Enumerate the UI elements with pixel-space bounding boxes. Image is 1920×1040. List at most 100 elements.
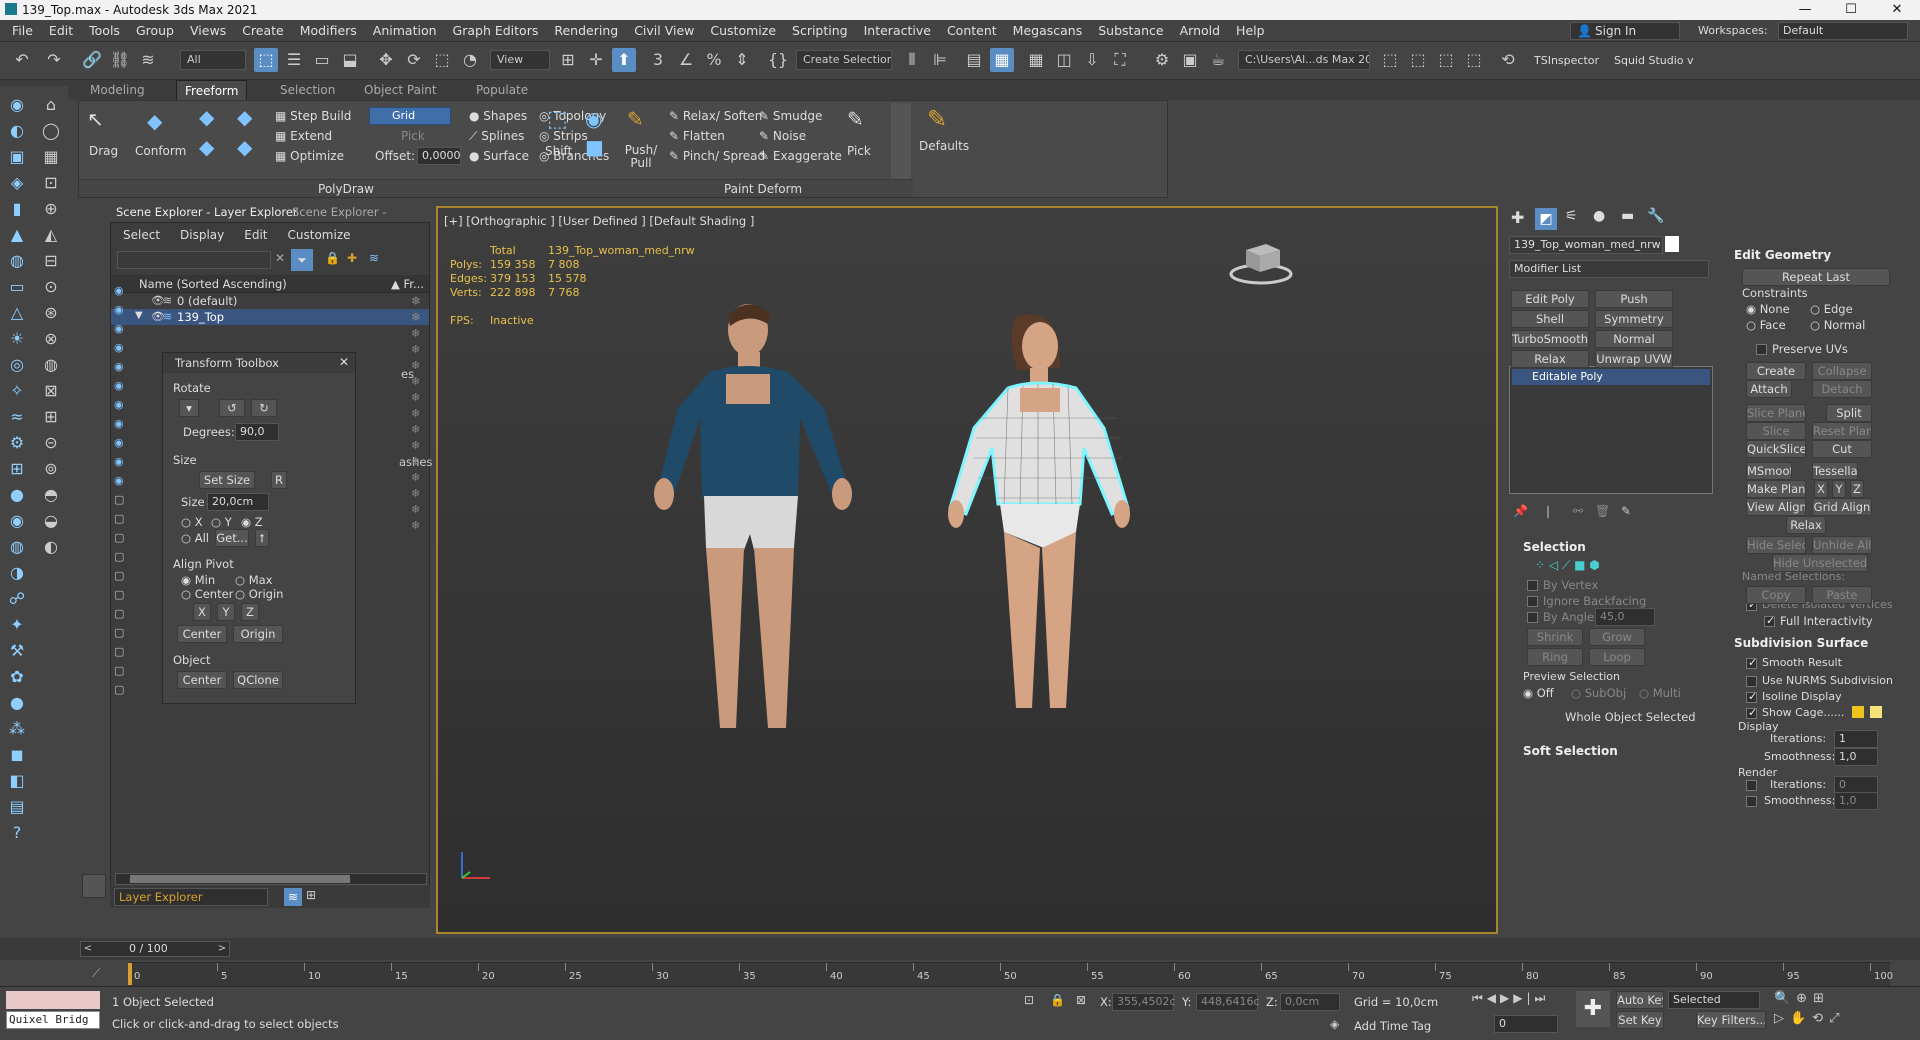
cage-color-2[interactable] xyxy=(1870,706,1882,718)
modifier-list-dropdown[interactable]: Modifier List xyxy=(1509,260,1709,278)
z-button[interactable]: Z xyxy=(1850,480,1864,498)
grid-align-button[interactable]: Grid Align xyxy=(1812,498,1872,516)
hide-selected-button[interactable]: Hide Selected xyxy=(1746,536,1806,554)
viewport[interactable]: [+] [Orthographic ] [User Defined ] [Def… xyxy=(436,206,1498,934)
make-planar-button[interactable]: Make Planar xyxy=(1746,480,1806,498)
menu-rendering[interactable]: Rendering xyxy=(546,20,626,42)
modifier-push-button[interactable]: Push xyxy=(1595,290,1673,308)
align-z-button[interactable]: Z xyxy=(241,603,259,621)
scene-explorer-icon[interactable]: ▦ xyxy=(990,48,1014,72)
viewport-nav-icons[interactable]: 🔍⊕⊞ xyxy=(1774,991,1830,1006)
menu-create[interactable]: Create xyxy=(234,20,292,42)
pick-button[interactable]: Pick xyxy=(847,144,871,158)
quixel-bridge-field[interactable]: Quixel Bridg xyxy=(6,1011,100,1029)
spacewarp-icon[interactable]: ≈ xyxy=(6,406,28,428)
viewport-nav-icons-2[interactable]: ▷✋⟲⤢ xyxy=(1774,1011,1845,1026)
constraint-edge-radio[interactable]: ○ Edge xyxy=(1810,302,1853,316)
copy-button[interactable]: Copy xyxy=(1746,586,1806,604)
offset-field[interactable]: 0,0000 xyxy=(417,147,461,165)
render-icon[interactable]: ☕ xyxy=(1206,48,1230,72)
prev-frame-icon[interactable]: < xyxy=(81,942,95,956)
freeze-icon[interactable]: ❄ xyxy=(411,294,421,308)
modify-tab-icon[interactable]: ◩ xyxy=(1535,208,1557,230)
pinch-spread-button[interactable]: ✎ Pinch/ Spread xyxy=(669,149,765,163)
plane-icon[interactable]: ▭ xyxy=(6,276,28,298)
new-layer-icon[interactable]: ✚ xyxy=(347,251,357,265)
material-icon[interactable]: ◈ xyxy=(6,172,28,194)
by-angle-checkbox[interactable] xyxy=(1527,612,1538,623)
attach-button[interactable]: Attach xyxy=(1746,380,1792,398)
bind-space-warp-icon[interactable]: ≋ xyxy=(136,48,160,72)
freeze-icon[interactable]: ❄ xyxy=(411,327,420,340)
layers-icon[interactable]: ≋ xyxy=(369,251,379,265)
shapes-button[interactable]: ● Shapes xyxy=(469,109,527,123)
align-y-button[interactable]: Y xyxy=(217,603,235,621)
by-vertex-checkbox[interactable] xyxy=(1527,580,1538,591)
scrollbar-thumb[interactable] xyxy=(130,875,350,883)
tool-8-icon[interactable]: ⊛ xyxy=(40,302,62,324)
balls-icon[interactable]: ⁂ xyxy=(6,718,28,740)
set-key-button[interactable]: Set Key xyxy=(1616,1011,1664,1029)
conform-label[interactable]: Conform xyxy=(135,144,186,158)
ignore-backfacing-checkbox[interactable] xyxy=(1527,596,1538,607)
min-radio[interactable]: ◉ Min xyxy=(181,573,215,587)
menu-megascans[interactable]: Megascans xyxy=(1005,20,1091,42)
undo-icon[interactable]: ↶ xyxy=(10,48,34,72)
blue-sphere-icon[interactable]: ◑ xyxy=(6,562,28,584)
track-bar[interactable]: 0 5 10 15 20 25 30 35 40 45 50 55 60 65 70 75 80 85 90 95 10… xyxy=(128,962,1893,986)
select-manipulate-icon[interactable]: ✛ xyxy=(584,48,608,72)
minimize-button[interactable]: — xyxy=(1782,0,1828,20)
clear-search-icon[interactable]: ✕ xyxy=(275,251,285,265)
explorer-filter-20-icon[interactable]: ▢ xyxy=(114,664,124,677)
cage-color-1[interactable] xyxy=(1852,706,1864,718)
menu-file[interactable]: File xyxy=(4,20,41,42)
grow-button[interactable]: Grow xyxy=(1589,628,1645,646)
signin-button[interactable]: 👤 Sign In xyxy=(1570,22,1680,40)
hierarchy-tab-icon[interactable]: ⚟ xyxy=(1565,208,1578,224)
select-object-icon[interactable]: ⬚ xyxy=(254,48,278,72)
display-iterations-field[interactable]: 1 xyxy=(1834,730,1878,748)
freeze-icon[interactable]: ❄ xyxy=(411,407,420,420)
viewport-layout-icon[interactable] xyxy=(82,874,106,898)
modifier-edit-poly-button[interactable]: Edit Poly xyxy=(1511,290,1589,308)
key-filters-button[interactable]: Key Filters... xyxy=(1696,1011,1766,1029)
qclone-button[interactable]: QClone xyxy=(233,671,283,689)
configure-sets-icon[interactable]: ✎ xyxy=(1621,504,1631,518)
menu-help[interactable]: Help xyxy=(1228,20,1273,42)
toolbox-close-icon[interactable]: ✕ xyxy=(339,355,349,369)
make-unique-icon[interactable]: ⚯ xyxy=(1573,504,1583,518)
explorer-type-dropdown[interactable]: Layer Explorer xyxy=(114,888,268,906)
preserve-uvs-checkbox[interactable] xyxy=(1756,344,1767,355)
menu-customize[interactable]: Customize xyxy=(702,20,784,42)
tool-0-icon[interactable]: ⌂ xyxy=(40,94,62,116)
view-align-button[interactable]: View Align xyxy=(1746,498,1806,516)
camera-icon[interactable]: ◎ xyxy=(6,354,28,376)
tool-16-icon[interactable]: ◒ xyxy=(40,510,62,532)
freeze-icon[interactable]: ❄ xyxy=(411,391,420,404)
tool-3-icon[interactable]: ⊡ xyxy=(40,172,62,194)
selection-rollout[interactable]: Selection xyxy=(1523,540,1586,554)
torus-icon[interactable]: ◍ xyxy=(6,250,28,272)
ring-button[interactable]: Ring xyxy=(1527,648,1583,666)
explorer-menu-display[interactable]: Display xyxy=(172,228,232,242)
repeat-last-button[interactable]: Repeat Last xyxy=(1742,268,1890,286)
show-cage-checkbox[interactable] xyxy=(1746,706,1757,719)
drag-label[interactable]: Drag xyxy=(89,144,118,158)
y-coord-field[interactable]: 448,6416c xyxy=(1196,993,1260,1011)
explorer-filter-19-icon[interactable]: ▢ xyxy=(114,645,124,658)
logo-icon[interactable]: ◼ xyxy=(6,744,28,766)
wrench-icon[interactable]: ⚒ xyxy=(6,640,28,662)
world-icon[interactable]: ◍ xyxy=(6,536,28,558)
align-center-button[interactable]: Center xyxy=(177,625,227,643)
tool-1-icon[interactable]: ◯ xyxy=(40,120,62,142)
get-button[interactable]: Get... xyxy=(215,529,249,547)
reset-plane-button[interactable]: Reset Plane xyxy=(1812,422,1872,440)
sync-icon[interactable]: ⟲ xyxy=(1496,48,1520,72)
menu-tools[interactable]: Tools xyxy=(81,20,128,42)
explorer-menu-edit[interactable]: Edit xyxy=(236,228,275,242)
project-folder-icon[interactable]: ⬚ xyxy=(1378,48,1402,72)
snap-3-icon[interactable]: 3 xyxy=(646,48,670,72)
tab-layer-explorer[interactable]: Scene Explorer - Layer Explorer xyxy=(110,202,304,222)
explorer-filter-16-icon[interactable]: ▢ xyxy=(114,588,124,601)
expand-icon[interactable]: ▼ xyxy=(135,310,143,321)
